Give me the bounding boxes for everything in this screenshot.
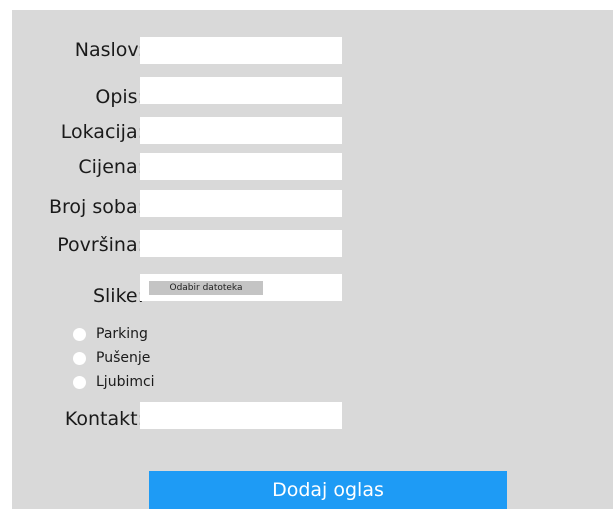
smoking-radio[interactable] xyxy=(73,351,86,365)
description-label: Opis: xyxy=(95,86,144,108)
contact-label: Kontakt: xyxy=(64,408,144,430)
rooms-label: Broj soba: xyxy=(49,196,144,218)
area-input[interactable] xyxy=(140,230,342,257)
pets-radio[interactable] xyxy=(73,375,86,389)
pets-label: Ljubimci xyxy=(96,374,155,390)
title-input[interactable] xyxy=(140,37,342,64)
contact-input[interactable] xyxy=(140,402,342,429)
rooms-input[interactable] xyxy=(140,190,342,217)
price-input[interactable] xyxy=(140,153,342,180)
parking-radio[interactable] xyxy=(73,327,86,341)
images-file-input[interactable]: Odabir datoteka xyxy=(140,274,342,301)
option-parking[interactable]: Parking xyxy=(73,326,148,342)
title-label: Naslov: xyxy=(74,39,144,61)
images-label: Slike: xyxy=(92,285,144,307)
choose-files-button[interactable]: Odabir datoteka xyxy=(149,281,263,295)
add-listing-button[interactable]: Dodaj oglas xyxy=(149,471,507,509)
location-input[interactable] xyxy=(140,117,342,144)
option-pets[interactable]: Ljubimci xyxy=(73,374,155,390)
location-label: Lokacija: xyxy=(60,121,144,143)
parking-label: Parking xyxy=(96,326,148,342)
description-input[interactable] xyxy=(140,77,342,104)
price-label: Cijena: xyxy=(78,156,144,178)
smoking-label: Pušenje xyxy=(96,350,151,366)
option-smoking[interactable]: Pušenje xyxy=(73,350,150,366)
area-label: Površina: xyxy=(57,234,144,256)
